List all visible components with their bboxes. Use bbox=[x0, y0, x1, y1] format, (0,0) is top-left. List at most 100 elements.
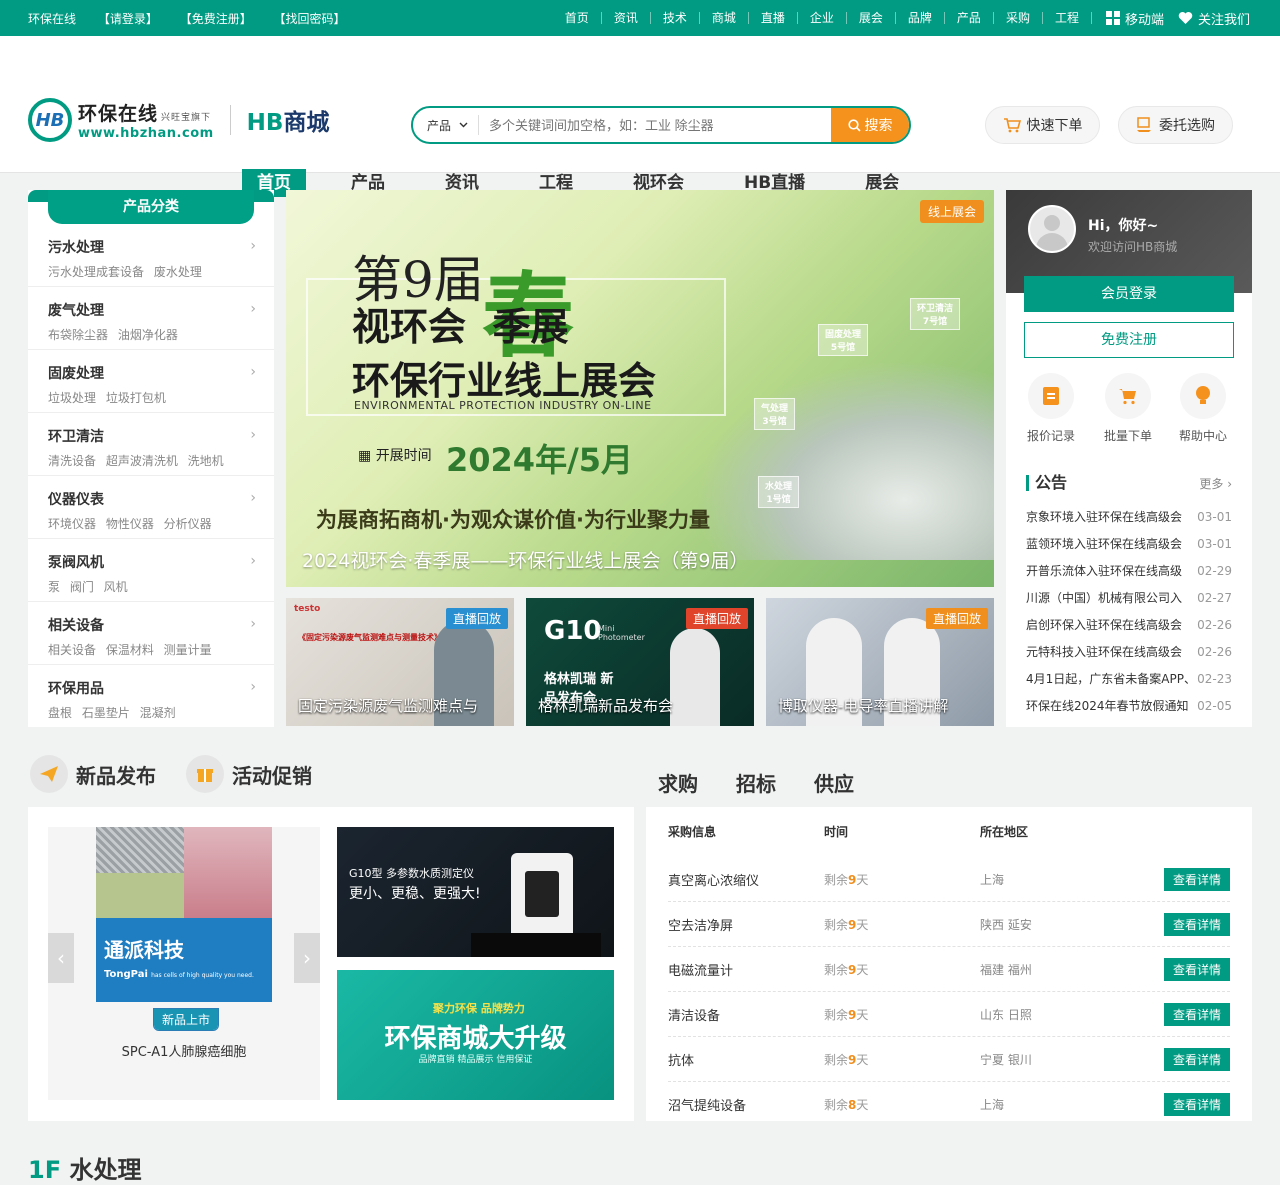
main-banner[interactable]: 线上展会 第9届 春 视环会 季展 环保行业线上展会 ENVIRONMENTAL… bbox=[286, 190, 994, 587]
search-button[interactable]: 搜索 bbox=[831, 108, 909, 142]
category-item[interactable]: 环卫清洁 清洗设备 超声波清洗机 洗地机 › bbox=[28, 413, 274, 476]
new-products-label: 新品发布 bbox=[76, 763, 156, 788]
site-name[interactable]: 环保在线 bbox=[28, 12, 76, 26]
view-details-button[interactable]: 查看详情 bbox=[1163, 1093, 1230, 1116]
category-subs[interactable]: 布袋除尘器 油烟净化器 bbox=[48, 326, 254, 343]
category-title[interactable]: 相关设备 bbox=[48, 615, 254, 635]
purchase-name[interactable]: 沼气提纯设备 bbox=[668, 1095, 824, 1114]
category-subs[interactable]: 盘根 石墨垫片 混凝剂 bbox=[48, 704, 254, 721]
category-subs[interactable]: 泵 阀门 风机 bbox=[48, 578, 254, 595]
notice-item[interactable]: 启创环保入驻环保在线高级会 02-26 bbox=[1006, 612, 1252, 639]
view-details-button[interactable]: 查看详情 bbox=[1163, 957, 1230, 981]
notice-text[interactable]: 元特科技入驻环保在线高级会 bbox=[1026, 639, 1182, 666]
product-carousel[interactable]: 通派科技 TongPai has cells of high quality y… bbox=[48, 827, 320, 1100]
member-login-button[interactable]: 会员登录 bbox=[1024, 276, 1234, 312]
promotions-tab[interactable]: 活动促销 bbox=[186, 755, 312, 793]
notice-text[interactable]: 启创环保入驻环保在线高级会 bbox=[1026, 612, 1182, 639]
notice-text[interactable]: 开普乐流体入驻环保在线高级 bbox=[1026, 558, 1182, 585]
logo-sub: 兴旺宝旗下 bbox=[161, 113, 212, 123]
calendar-icon: ▦ bbox=[358, 448, 372, 464]
category-title[interactable]: 泵阀风机 bbox=[48, 552, 254, 572]
purchase-name[interactable]: 抗体 bbox=[668, 1050, 824, 1069]
purchase-name[interactable]: 清洁设备 bbox=[668, 1005, 824, 1024]
top-link-purchase[interactable]: 采购 bbox=[994, 12, 1043, 24]
site-logo[interactable]: HB 环保在线 兴旺宝旗下 www.hbzhan.com HB商城 bbox=[28, 98, 329, 142]
category-item[interactable]: 环保用品 盘根 石墨垫片 混凝剂 › bbox=[28, 665, 274, 728]
quote-record-link[interactable]: 报价记录 bbox=[1021, 373, 1081, 444]
entrust-button[interactable]: 委托选购 bbox=[1118, 106, 1233, 144]
promo-banner-g10[interactable]: G10型 多参数水质测定仪 更小、更稳、更强大! bbox=[337, 827, 614, 957]
help-center-link[interactable]: 帮助中心 bbox=[1173, 373, 1233, 444]
top-link-home[interactable]: 首页 bbox=[553, 12, 602, 24]
top-link-brand[interactable]: 品牌 bbox=[896, 12, 945, 24]
follow-link[interactable]: 关注我们 bbox=[1178, 9, 1250, 28]
purchase-name[interactable]: 真空离心浓缩仪 bbox=[668, 870, 824, 889]
top-link-tech[interactable]: 技术 bbox=[651, 12, 700, 24]
purchase-name[interactable]: 电磁流量计 bbox=[668, 960, 824, 979]
category-item[interactable]: 固废处理 垃圾处理 垃圾打包机 › bbox=[28, 350, 274, 413]
free-register-button[interactable]: 免费注册 bbox=[1024, 322, 1234, 358]
notice-item[interactable]: 开普乐流体入驻环保在线高级 02-29 bbox=[1006, 558, 1252, 585]
view-details-button[interactable]: 查看详情 bbox=[1163, 867, 1230, 891]
purchase-name[interactable]: 空去洁净屏 bbox=[668, 915, 824, 934]
category-title[interactable]: 环保用品 bbox=[48, 678, 254, 698]
category-item[interactable]: 相关设备 相关设备 保温材料 测量计量 › bbox=[28, 602, 274, 665]
notice-text[interactable]: 4月1日起，广东省未备案APP、 bbox=[1026, 666, 1196, 693]
category-item[interactable]: 泵阀风机泵 阀门 风机 › bbox=[28, 539, 274, 602]
top-link-expo[interactable]: 展会 bbox=[847, 12, 896, 24]
category-title[interactable]: 污水处理 bbox=[48, 237, 254, 257]
promo-banner-mall-upgrade[interactable]: 聚力环保 品牌势力 环保商城大升级 品牌直销 精品展示 信用保证 bbox=[337, 970, 614, 1100]
category-subs[interactable]: 清洗设备 超声波清洗机 洗地机 bbox=[48, 452, 254, 469]
category-title[interactable]: 废气处理 bbox=[48, 300, 254, 320]
category-title[interactable]: 仪器仪表 bbox=[48, 489, 254, 509]
notice-text[interactable]: 京象环境入驻环保在线高级会 bbox=[1026, 504, 1182, 531]
view-details-button[interactable]: 查看详情 bbox=[1163, 1047, 1230, 1071]
category-subs[interactable]: 污水处理成套设备 废水处理 bbox=[48, 263, 254, 280]
tab-supply[interactable]: 供应 bbox=[814, 768, 854, 797]
video-card[interactable]: testo 《固定污染源废气监测难点与测量技术》 直播回放 固定污染源废气监测难… bbox=[286, 598, 514, 726]
category-subs[interactable]: 环境仪器 物性仪器 分析仪器 bbox=[48, 515, 254, 532]
view-details-button[interactable]: 查看详情 bbox=[1163, 912, 1230, 936]
chevron-down-icon bbox=[459, 122, 468, 128]
category-item[interactable]: 污水处理 污水处理成套设备 废水处理 › bbox=[28, 224, 274, 287]
category-item[interactable]: 仪器仪表 环境仪器 物性仪器 分析仪器 › bbox=[28, 476, 274, 539]
top-link-live[interactable]: 直播 bbox=[749, 12, 798, 24]
top-link-mall[interactable]: 商城 bbox=[700, 12, 749, 24]
tab-tender[interactable]: 招标 bbox=[736, 768, 776, 797]
search-category-select[interactable]: 产品 bbox=[413, 115, 480, 135]
notice-item[interactable]: 元特科技入驻环保在线高级会 02-26 bbox=[1006, 639, 1252, 666]
category-title[interactable]: 环卫清洁 bbox=[48, 426, 254, 446]
notice-item[interactable]: 环保在线2024年春节放假通知 02-05 bbox=[1006, 693, 1252, 720]
tab-purchase[interactable]: 求购 bbox=[658, 768, 698, 797]
category-subs[interactable]: 相关设备 保温材料 测量计量 bbox=[48, 641, 254, 658]
notice-item[interactable]: 川源（中国）机械有限公司入 02-27 bbox=[1006, 585, 1252, 612]
top-link-product[interactable]: 产品 bbox=[945, 12, 994, 24]
product-name[interactable]: SPC-A1人肺腺癌细胞 bbox=[48, 1041, 320, 1060]
quick-order-button[interactable]: 快速下单 bbox=[985, 106, 1100, 144]
notice-more-link[interactable]: 更多 › bbox=[1199, 475, 1232, 492]
carousel-next-button[interactable]: › bbox=[294, 933, 320, 983]
notice-item[interactable]: 京象环境入驻环保在线高级会 03-01 bbox=[1006, 504, 1252, 531]
register-link[interactable]: 【免费注册】 bbox=[180, 12, 252, 26]
category-item[interactable]: 废气处理 布袋除尘器 油烟净化器 › bbox=[28, 287, 274, 350]
view-details-button[interactable]: 查看详情 bbox=[1163, 1002, 1230, 1026]
new-products-tab[interactable]: 新品发布 bbox=[30, 755, 156, 793]
notice-item[interactable]: 蓝领环境入驻环保在线高级会 03-01 bbox=[1006, 531, 1252, 558]
notice-text[interactable]: 环保在线2024年春节放假通知 bbox=[1026, 693, 1189, 720]
top-link-project[interactable]: 工程 bbox=[1043, 12, 1092, 24]
top-link-company[interactable]: 企业 bbox=[798, 12, 847, 24]
login-link[interactable]: 【请登录】 bbox=[98, 12, 158, 26]
search-input[interactable] bbox=[479, 117, 831, 133]
video-card[interactable]: G10 Mini Photometer 格林凯瑞 新品发布会 直播回放 格林凯瑞… bbox=[526, 598, 754, 726]
notice-text[interactable]: 蓝领环境入驻环保在线高级会 bbox=[1026, 531, 1182, 558]
mobile-link[interactable]: 移动端 bbox=[1105, 9, 1164, 28]
notice-item[interactable]: 4月1日起，广东省未备案APP、 02-23 bbox=[1006, 666, 1252, 693]
category-title[interactable]: 固废处理 bbox=[48, 363, 254, 383]
notice-text[interactable]: 川源（中国）机械有限公司入 bbox=[1026, 585, 1182, 612]
video-card[interactable]: 直播回放 博取仪器-电导率直播讲解 bbox=[766, 598, 994, 726]
bulk-order-link[interactable]: 批量下单 bbox=[1098, 373, 1158, 444]
category-subs[interactable]: 垃圾处理 垃圾打包机 bbox=[48, 389, 254, 406]
top-link-news[interactable]: 资讯 bbox=[602, 12, 651, 24]
recover-password-link[interactable]: 【找回密码】 bbox=[274, 12, 346, 26]
carousel-prev-button[interactable]: ‹ bbox=[48, 933, 74, 983]
